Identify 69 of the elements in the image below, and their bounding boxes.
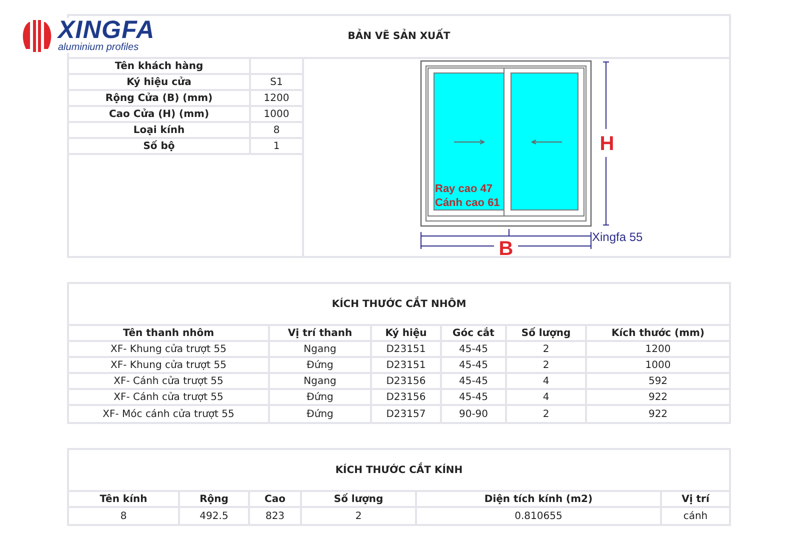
table-cell: XF- Cánh cửa trượt 55 [69,390,270,404]
height-label: H [600,133,614,155]
table-cell: 45-45 [442,390,507,404]
table-cell: D23157 [372,406,442,422]
spec-label: Tên khách hàng [69,59,251,73]
table-cell: 492.5 [180,508,250,524]
column-header: Tên thanh nhôm [69,326,270,340]
column-header: Số lượng [302,492,417,506]
table-cell-text: 1000 [644,358,672,372]
table-cell: 8 [69,508,180,524]
table-cell: Đứng [270,358,372,372]
table-cell: 4 [507,374,587,388]
spec-value: 1000 [262,108,290,121]
column-header: Kích thước (mm) [610,326,706,340]
table-cell: Đứng [270,406,372,422]
logo-wordmark: XINGFA [58,18,155,43]
table-cell: 2 [507,358,587,372]
table-cell: Ngang [270,342,372,356]
table-cell: Đứng [270,390,372,404]
spec-value: S1 [269,76,284,89]
table-cell: D23156 [372,374,442,388]
table-cell: 45-45 [442,358,507,372]
table-cell: XF- Khung cửa trượt 55 [69,342,270,356]
column-header: Diện tích kính (m2) [417,492,662,506]
table-cell: D23156 [372,390,442,404]
table-cell: 45-45 [442,374,507,388]
spec-value: 1200 [262,92,290,105]
table-cell: XF- Khung cửa trượt 55 [69,358,270,372]
sash-height-note: Cánh cao 61 [435,197,500,209]
table-cell: 2 [507,342,587,356]
table-cell-text: 922 [647,408,669,422]
table-cell: 823 [250,508,302,524]
column-header: Vị trí thanh [270,326,372,340]
table-cell-text: cánh [682,510,709,524]
table-cell: D23151 [372,358,442,372]
spec-label: Ký hiệu cửa [69,75,251,89]
table-cell-text: 922 [647,390,669,404]
table-cell-text: 592 [647,374,669,388]
column-header: Góc cắt [442,326,507,340]
table-cell-text: 1200 [644,342,672,356]
column-header: Rộng [180,492,250,506]
column-header: Số lượng [507,326,587,340]
table-cell: 4 [507,390,587,404]
section-title: KÍCH THƯỚC CẮT NHÔM [332,296,466,312]
spec-value: 8 [272,124,281,137]
table-cell: D23151 [372,342,442,356]
column-header: Ký hiệu [372,326,442,340]
table-cell: 2 [302,508,417,524]
table-cell: XF- Cánh cửa trượt 55 [69,374,270,388]
table-cell: Ngang [270,374,372,388]
table-cell: 2 [507,406,587,422]
column-header: Vị trí [680,492,711,506]
profile-system-label: Xingfa 55 [592,230,643,244]
spec-value: 1 [272,140,281,153]
section-title: BẢN VẼ SẢN XUẤT [348,29,450,44]
table-cell: 90-90 [442,406,507,422]
logo-tagline: aluminium profiles [58,43,140,53]
spec-label: Cao Cửa (H) (mm) [69,107,251,121]
column-header: Tên kính [69,492,180,506]
table-cell: 0.810655 [417,508,662,524]
rail-height-note: Ray cao 47 [435,183,492,195]
section-title: KÍCH THƯỚC CẮT KÍNH [335,462,463,478]
column-header: Cao [250,492,302,506]
table-cell: XF- Móc cánh cửa trượt 55 [69,406,270,422]
table-cell: 45-45 [442,342,507,356]
spec-label: Loại kính [69,123,251,137]
spec-label: Số bộ [69,139,251,153]
width-label: B [498,238,514,256]
spec-label: Rộng Cửa (B) (mm) [69,91,251,105]
